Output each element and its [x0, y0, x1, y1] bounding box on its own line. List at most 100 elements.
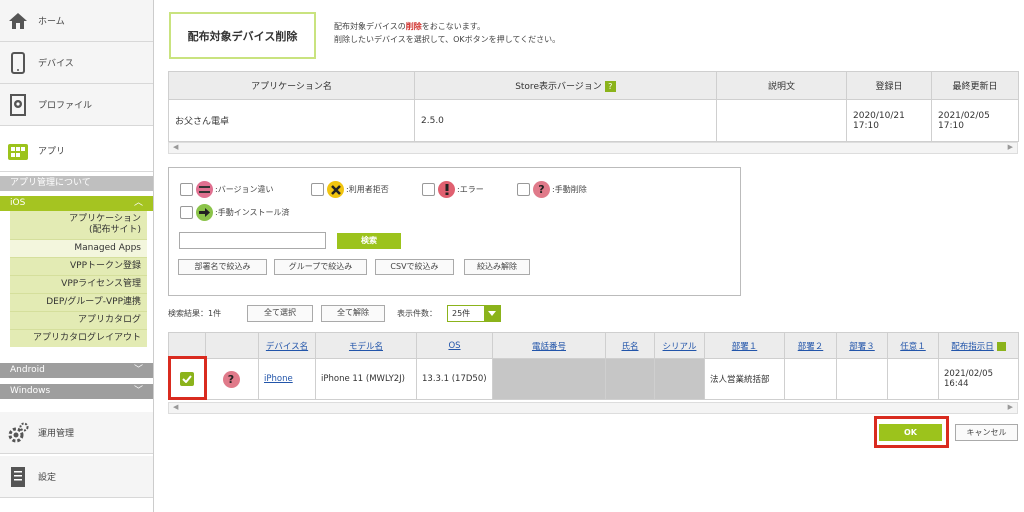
- sidebar-item-label: VPPライセンス管理: [61, 279, 141, 289]
- legend-error: :エラー: [422, 181, 484, 198]
- main-content: 配布対象デバイス削除 配布対象デバイスの削除をおこないます。 削除したいデバイス…: [168, 0, 1019, 512]
- nav-item-operations[interactable]: 運用管理: [0, 412, 153, 454]
- android-section-toggle[interactable]: Android ﹀: [0, 363, 153, 378]
- legend-version-diff: :バージョン違い: [180, 181, 274, 198]
- column-header-sortable[interactable]: 氏名: [605, 332, 655, 359]
- column-header-sortable[interactable]: 任意１: [887, 332, 939, 359]
- sidebar-item-label: アプリケーション (配布サイト): [69, 214, 141, 235]
- ok-button[interactable]: OK: [879, 424, 942, 441]
- cancel-button[interactable]: キャンセル: [955, 424, 1018, 441]
- nav-item-settings[interactable]: 設定: [0, 456, 153, 498]
- nav-label: デバイス: [38, 59, 74, 69]
- help-icon[interactable]: ?: [604, 81, 616, 92]
- sidebar-item-label: DEP/グループ-VPP連携: [46, 297, 141, 307]
- device-icon: [7, 51, 29, 74]
- column-header-sortable[interactable]: 配布指示日: [938, 332, 1019, 359]
- nav-item-app[interactable]: アプリ: [0, 130, 153, 172]
- device-name-cell: iPhone: [258, 358, 316, 400]
- chevron-up-icon: ︿: [133, 198, 143, 208]
- phone-cell-redacted: [492, 358, 606, 400]
- app-icon: [7, 140, 29, 162]
- row-checkbox-cell: [168, 358, 206, 400]
- filter-by-csv-button[interactable]: CSVで絞込み: [375, 259, 454, 275]
- updated-cell: 2021/02/05 17:10: [931, 99, 1019, 142]
- column-header: アプリケーション名: [168, 71, 415, 100]
- sidebar-item-application[interactable]: アプリケーション (配布サイト): [10, 211, 147, 240]
- sidebar-item-app-catalog-layout[interactable]: アプリカタログレイアウト: [10, 330, 147, 347]
- column-header-sortable[interactable]: デバイス名: [258, 332, 316, 359]
- column-header-sortable[interactable]: 部署１: [704, 332, 785, 359]
- result-count: 検索結果：1件: [168, 309, 222, 318]
- home-icon: [7, 10, 29, 32]
- sidebar-item-label: Managed Apps: [74, 243, 141, 253]
- manual-delete-icon: ?: [533, 181, 550, 198]
- windows-section-toggle[interactable]: Windows ﹀: [0, 384, 153, 399]
- sort-icon[interactable]: [996, 341, 1006, 351]
- horizontal-scrollbar[interactable]: ◀ ▶: [168, 142, 1018, 154]
- filter-by-group-button[interactable]: グループで絞込み: [274, 259, 367, 275]
- android-label: Android: [10, 365, 45, 375]
- desc-text: 削除したいデバイスを選択して、OKボタンを押してください。: [334, 35, 561, 44]
- legend-label: :手動インストール済: [215, 208, 290, 217]
- column-header: [168, 332, 206, 359]
- nav-item-device[interactable]: デバイス: [0, 42, 153, 84]
- department3-cell: [836, 358, 888, 400]
- nav-item-home[interactable]: ホーム: [0, 0, 153, 42]
- manual-install-checkbox[interactable]: [180, 206, 193, 219]
- chevron-down-icon: ﹀: [133, 386, 143, 396]
- reject-checkbox[interactable]: [311, 183, 324, 196]
- ios-section-toggle[interactable]: iOS ︿: [0, 196, 153, 211]
- column-header-sortable[interactable]: シリアル: [654, 332, 705, 359]
- device-link[interactable]: iPhone: [264, 374, 293, 384]
- check-icon: [182, 375, 192, 383]
- sidebar-item-app-catalog[interactable]: アプリカタログ: [10, 312, 147, 330]
- version-diff-checkbox[interactable]: [180, 183, 193, 196]
- scroll-left-icon[interactable]: ◀: [173, 143, 178, 151]
- search-button[interactable]: 検索: [337, 233, 401, 249]
- app-table: アプリケーション名 Store表示バージョン? 説明文 登録日 最終更新日 お父…: [168, 71, 1019, 142]
- search-input[interactable]: [179, 232, 326, 249]
- column-header: [205, 332, 259, 359]
- column-header-sortable[interactable]: モデル名: [315, 332, 417, 359]
- row-checkbox[interactable]: [180, 372, 194, 386]
- column-header-sortable[interactable]: 部署３: [836, 332, 888, 359]
- sidebar-item-label: アプリカタログレイアウト: [32, 333, 141, 343]
- page-description: 配布対象デバイスの削除をおこないます。 削除したいデバイスを選択して、OKボタン…: [334, 20, 560, 46]
- select-all-button[interactable]: 全て選択: [247, 305, 313, 322]
- error-checkbox[interactable]: [422, 183, 435, 196]
- clear-filter-button[interactable]: 絞込み解除: [464, 259, 530, 275]
- column-header-sortable[interactable]: OS: [416, 332, 493, 359]
- desc-highlight: 削除: [405, 22, 422, 31]
- nav-label: 運用管理: [38, 429, 75, 439]
- sidebar-item-vpp-token[interactable]: VPPトークン登録: [10, 258, 147, 276]
- settings-doc-icon: [7, 466, 29, 488]
- description-cell: [716, 99, 847, 142]
- status-cell: ?: [205, 358, 259, 400]
- serial-cell-redacted: [654, 358, 705, 400]
- registered-cell: 2020/10/21 17:10: [846, 99, 932, 142]
- horizontal-scrollbar[interactable]: ◀ ▶: [168, 402, 1018, 414]
- model-cell: iPhone 11 (MWLY2J): [315, 358, 417, 400]
- deselect-all-button[interactable]: 全て解除: [321, 305, 385, 322]
- nav-label: ホーム: [38, 17, 65, 27]
- gear-icon: [7, 422, 29, 444]
- nav-item-profile[interactable]: プロファイル: [0, 84, 153, 126]
- sidebar-item-dep-vpp[interactable]: DEP/グループ-VPP連携: [10, 294, 147, 312]
- scroll-left-icon[interactable]: ◀: [173, 403, 178, 411]
- per-page-select[interactable]: 25件: [447, 305, 501, 322]
- ios-submenu: アプリケーション (配布サイト) Managed Apps VPPトークン登録 …: [10, 211, 147, 347]
- about-apps-link[interactable]: アプリ管理について: [0, 176, 153, 191]
- scroll-right-icon[interactable]: ▶: [1008, 403, 1013, 411]
- column-header-sortable[interactable]: 部署２: [784, 332, 837, 359]
- table-row: お父さん電卓 2.5.0 2020/10/21 17:10 2021/02/05 1…: [168, 99, 1019, 142]
- filter-by-department-button[interactable]: 部署名で絞込み: [178, 259, 267, 275]
- sidebar-item-managed-apps[interactable]: Managed Apps: [10, 240, 147, 258]
- scroll-right-icon[interactable]: ▶: [1008, 143, 1013, 151]
- app-name-cell: お父さん電卓: [168, 99, 415, 142]
- manual-delete-checkbox[interactable]: [517, 183, 530, 196]
- column-header-sortable[interactable]: 電話番号: [492, 332, 606, 359]
- manual-install-icon: [196, 204, 213, 221]
- per-page-value: 25件: [452, 309, 471, 318]
- legend-manual-install: :手動インストール済: [180, 204, 290, 221]
- sidebar-item-vpp-license[interactable]: VPPライセンス管理: [10, 276, 147, 294]
